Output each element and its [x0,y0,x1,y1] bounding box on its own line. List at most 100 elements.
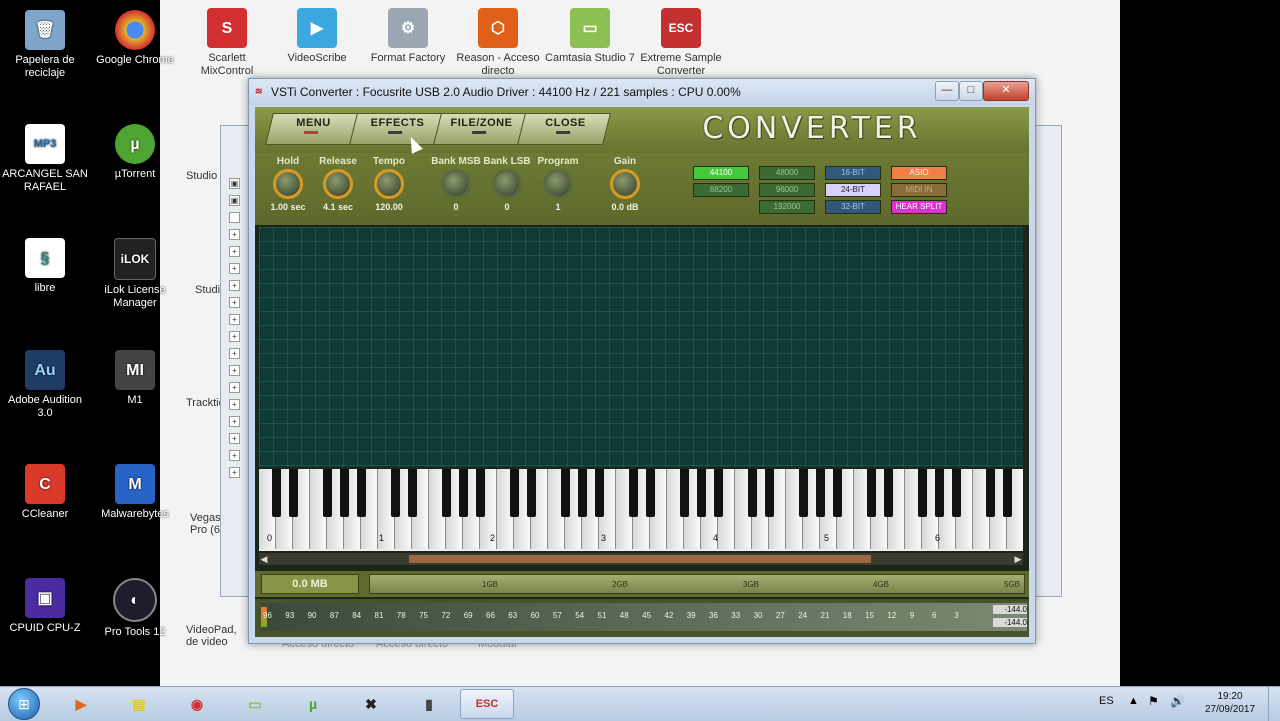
black-key[interactable] [459,469,468,517]
hold-knob[interactable]: Hold 1.00 sec [262,153,314,212]
black-key[interactable] [595,469,604,517]
rate-88200-button[interactable]: 88200 [693,183,749,197]
taskbar-camera[interactable]: ▮ [402,689,456,719]
black-key[interactable] [680,469,689,517]
desktop-icon-utorrent[interactable]: µ µTorrent [90,124,180,181]
taskbar-modular[interactable]: ✖ [344,689,398,719]
black-key[interactable] [918,469,927,517]
minimize-button[interactable]: — [935,81,959,101]
black-key[interactable] [816,469,825,517]
black-key[interactable] [1003,469,1012,517]
desktop-icon-recycle-bin[interactable]: 🗑 Papelera de reciclaje [0,10,90,80]
black-key[interactable] [867,469,876,517]
rate-96000-button[interactable]: 96000 [759,183,815,197]
black-key[interactable] [952,469,961,517]
black-key[interactable] [578,469,587,517]
start-button[interactable]: ⊞ [4,687,44,721]
desktop-icon-ccleaner[interactable]: C CCleaner [0,464,90,521]
vsti-converter-window[interactable]: ≋ VSTi Converter : Focusrite USB 2.0 Aud… [248,78,1036,644]
piano-keyboard[interactable]: 0 1 2 3 4 5 6 [259,469,1023,551]
maximize-button[interactable]: □ [959,81,983,101]
effects-button[interactable]: EFFECTS [349,113,443,145]
desktop-icon-mp3[interactable]: MP3 ARCANGEL SAN RAFAEL [0,124,90,194]
desktop-icon-audition[interactable]: Au Adobe Audition 3.0 [0,350,90,420]
black-key[interactable] [289,469,298,517]
desktop-icon-malwarebytes[interactable]: M Malwarebytes [90,464,180,521]
black-key[interactable] [323,469,332,517]
rate-48000-button[interactable]: 48000 [759,166,815,180]
bank-lsb-knob[interactable]: Bank LSB 0 [481,153,533,212]
black-key[interactable] [408,469,417,517]
tempo-knob[interactable]: Tempo 120.00 [363,153,415,212]
black-key[interactable] [986,469,995,517]
black-key[interactable] [748,469,757,517]
desktop-icon-m1[interactable]: MI M1 [90,350,180,407]
taskbar-camtasia[interactable]: ▭ [228,689,282,719]
taskbar-file-explorer[interactable]: ▤ [112,689,166,719]
window-titlebar[interactable]: ≋ VSTi Converter : Focusrite USB 2.0 Aud… [249,79,1035,105]
desktop-icon-format-factory[interactable]: ⚙ Format Factory [363,8,453,65]
taskbar-media-player[interactable]: ▶ [54,689,108,719]
zone-grid[interactable] [259,227,1023,467]
black-key[interactable] [442,469,451,517]
keyboard-scroll-thumb[interactable] [409,555,871,563]
desktop-icon-videoscribe[interactable]: ▶ VideoScribe [272,8,362,65]
black-key[interactable] [884,469,893,517]
black-key[interactable] [357,469,366,517]
volume-icon[interactable]: 🔊 [1170,694,1185,708]
black-key[interactable] [629,469,638,517]
black-key[interactable] [697,469,706,517]
clock[interactable]: 19:20 27/09/2017 [1196,690,1264,716]
hear-split-button[interactable]: HEAR SPLIT [891,200,947,214]
taskbar-utorrent[interactable]: µ [286,689,340,719]
desktop-icon-scarlett[interactable]: S Scarlett MixControl [182,8,272,78]
desktop-icon-libre[interactable]: § libre [0,238,90,295]
bit-24-button[interactable]: 24-BIT [825,183,881,197]
taskbar-esc[interactable]: ESC [460,689,514,719]
black-key[interactable] [561,469,570,517]
black-key[interactable] [272,469,281,517]
black-key[interactable] [646,469,655,517]
desktop-icon-ilok[interactable]: iLOK iLok License Manager [90,238,180,310]
scroll-right-icon[interactable]: ▶ [1013,553,1023,565]
black-key[interactable] [935,469,944,517]
desktop-icon-cpuz[interactable]: ▣ CPUID CPU-Z [0,578,90,635]
desktop-icon-esc[interactable]: ESC Extreme Sample Converter [636,8,726,78]
menu-button[interactable]: MENU [265,113,359,145]
black-key[interactable] [714,469,723,517]
language-indicator[interactable]: ES [1099,695,1114,707]
close-button[interactable]: CLOSE [517,113,611,145]
black-key[interactable] [510,469,519,517]
black-key[interactable] [527,469,536,517]
gain-knob[interactable]: Gain 0.0 dB [599,153,651,212]
black-key[interactable] [833,469,842,517]
knob-dial-icon [441,169,471,199]
black-key[interactable] [340,469,349,517]
black-key[interactable] [476,469,485,517]
rate-44100-button[interactable]: 44100 [693,166,749,180]
file-zone-button[interactable]: FILE/ZONE [433,113,527,145]
desktop-icon-protools[interactable]: ◐ Pro Tools 12 [90,578,180,639]
keyboard-scrollbar[interactable]: ◀ ▶ [259,553,1023,565]
action-center-flag-icon[interactable]: ⚑ [1148,694,1159,708]
black-key[interactable] [799,469,808,517]
close-window-button[interactable]: ✕ [983,81,1029,101]
black-key[interactable] [765,469,774,517]
tray-expand-icon[interactable]: ▲ [1128,695,1139,707]
release-knob[interactable]: Release 4.1 sec [312,153,364,212]
bank-msb-knob[interactable]: Bank MSB 0 [430,153,482,212]
program-knob[interactable]: Program 1 [532,153,584,212]
bit-32-button[interactable]: 32-BIT [825,200,881,214]
taskbar-chrome[interactable]: ◉ [170,689,224,719]
knob-dial-icon [610,169,640,199]
rate-192000-button[interactable]: 192000 [759,200,815,214]
black-key[interactable] [391,469,400,517]
scroll-left-icon[interactable]: ◀ [259,553,269,565]
bit-16-button[interactable]: 16-BIT [825,166,881,180]
desktop-icon-camtasia[interactable]: ▭ Camtasia Studio 7 [545,8,635,65]
desktop-icon-chrome[interactable]: Google Chrome [90,10,180,67]
desktop-icon-reason[interactable]: ⬡ Reason - Acceso directo [453,8,543,78]
midi-in-button[interactable]: MIDI IN [891,183,947,197]
asio-button[interactable]: ASIO [891,166,947,180]
show-desktop-button[interactable] [1268,687,1280,721]
